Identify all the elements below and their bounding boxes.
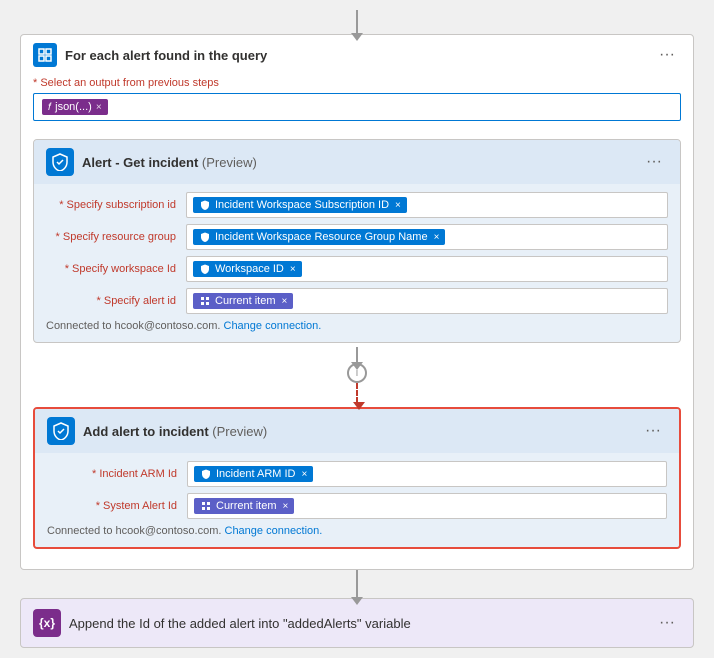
- loop-inner: Alert - Get incident (Preview) ··· * Spe…: [33, 129, 681, 549]
- alert-get-incident-card: Alert - Get incident (Preview) ··· * Spe…: [33, 139, 681, 343]
- append-card: {x} Append the Id of the added alert int…: [20, 598, 694, 648]
- field-row-incident-arm: * Incident ARM Id Incident ARM ID ×: [47, 461, 667, 487]
- field-value-subscription[interactable]: Incident Workspace Subscription ID ×: [186, 192, 668, 218]
- foreach-icon: [38, 48, 52, 62]
- token-incident-arm: Incident ARM ID ×: [194, 466, 313, 482]
- token-incident-arm-close[interactable]: ×: [301, 469, 307, 480]
- alert-get-incident-preview: (Preview): [202, 155, 257, 170]
- loop-title: For each alert found in the query: [65, 48, 645, 63]
- json-tag-label: json(...): [55, 101, 92, 113]
- select-output-section: * Select an output from previous steps 𝑓…: [33, 77, 681, 121]
- shield-token-icon: [199, 199, 211, 211]
- token-alert-id: Current item ×: [193, 293, 293, 309]
- add-alert-card: Add alert to incident (Preview) ··· * In…: [33, 407, 681, 549]
- select-output-input[interactable]: 𝑓 json(...) ×: [33, 93, 681, 121]
- connector-arrow-dashed: [356, 383, 358, 403]
- shield-token-icon3: [199, 263, 211, 275]
- field-label-resource-group: * Specify resource group: [46, 231, 176, 243]
- loop-header: For each alert found in the query ···: [33, 43, 681, 67]
- loop-more-button[interactable]: ···: [653, 44, 681, 66]
- fx-icon: 𝑓: [48, 102, 51, 113]
- alert-get-incident-connected: Connected to hcook@contoso.com. Change c…: [46, 320, 668, 332]
- add-alert-more-button[interactable]: ···: [639, 420, 667, 442]
- json-tag-close[interactable]: ×: [96, 102, 102, 113]
- shield-token-icon2: [199, 231, 211, 243]
- token-subscription-close[interactable]: ×: [395, 200, 401, 211]
- field-row-workspace: * Specify workspace Id Workspace ID ×: [46, 256, 668, 282]
- append-title: Append the Id of the added alert into "a…: [69, 616, 645, 631]
- bottom-arrow: [356, 570, 358, 598]
- token-system-alert-close[interactable]: ×: [283, 501, 289, 512]
- field-value-incident-arm[interactable]: Incident ARM ID ×: [187, 461, 667, 487]
- field-row-system-alert: * System Alert Id: [47, 493, 667, 519]
- alert-get-incident-more-button[interactable]: ···: [640, 151, 668, 173]
- alert-get-incident-icon: [46, 148, 74, 176]
- add-alert-icon: [47, 417, 75, 445]
- add-alert-preview: (Preview): [212, 424, 267, 439]
- field-label-incident-arm: * Incident ARM Id: [47, 468, 177, 480]
- loop-icon: [33, 43, 57, 67]
- token-resource-group-close[interactable]: ×: [434, 232, 440, 243]
- add-alert-title: Add alert to incident (Preview): [83, 424, 631, 439]
- info-connector: i: [347, 347, 367, 403]
- token-system-alert: Current item ×: [194, 498, 294, 514]
- append-more-button[interactable]: ···: [653, 612, 681, 634]
- shield-arm-icon: [200, 468, 212, 480]
- loop-card: For each alert found in the query ··· * …: [20, 34, 694, 570]
- alert-get-incident-title-text: Alert - Get incident: [82, 155, 198, 170]
- grid-token-icon: [199, 295, 211, 307]
- token-resource-group: Incident Workspace Resource Group Name ×: [193, 229, 445, 245]
- field-label-alert-id: * Specify alert id: [46, 295, 176, 307]
- shield-add-icon: [52, 422, 70, 440]
- field-label-subscription: * Specify subscription id: [46, 199, 176, 211]
- add-alert-connected: Connected to hcook@contoso.com. Change c…: [47, 525, 667, 537]
- field-row-subscription: * Specify subscription id Incident Works…: [46, 192, 668, 218]
- token-workspace-close[interactable]: ×: [290, 264, 296, 275]
- add-alert-change-connection[interactable]: Change connection.: [225, 525, 323, 537]
- field-row-alert-id: * Specify alert id: [46, 288, 668, 314]
- add-alert-title-text: Add alert to incident: [83, 424, 209, 439]
- field-value-workspace[interactable]: Workspace ID ×: [186, 256, 668, 282]
- field-label-workspace: * Specify workspace Id: [46, 263, 176, 275]
- field-value-system-alert[interactable]: Current item ×: [187, 493, 667, 519]
- shield-icon: [51, 153, 69, 171]
- add-alert-header: Add alert to incident (Preview) ···: [35, 409, 679, 453]
- field-label-system-alert: * System Alert Id: [47, 500, 177, 512]
- add-alert-body: * Incident ARM Id Incident ARM ID ×: [35, 453, 679, 547]
- alert-get-incident-header: Alert - Get incident (Preview) ···: [34, 140, 680, 184]
- json-tag: 𝑓 json(...) ×: [42, 99, 108, 115]
- grid-system-icon: [200, 500, 212, 512]
- alert-get-incident-change-connection[interactable]: Change connection.: [224, 320, 322, 332]
- token-subscription: Incident Workspace Subscription ID ×: [193, 197, 407, 213]
- alert-get-incident-title: Alert - Get incident (Preview): [82, 155, 632, 170]
- top-arrow: [356, 10, 358, 34]
- field-row-resource-group: * Specify resource group Incident Worksp…: [46, 224, 668, 250]
- token-alert-id-close[interactable]: ×: [282, 296, 288, 307]
- alert-get-incident-body: * Specify subscription id Incident Works…: [34, 184, 680, 342]
- connector-arrow-top: [356, 347, 358, 363]
- field-value-resource-group[interactable]: Incident Workspace Resource Group Name ×: [186, 224, 668, 250]
- append-icon: {x}: [33, 609, 61, 637]
- select-output-label: * Select an output from previous steps: [33, 77, 681, 89]
- field-value-alert-id[interactable]: Current item ×: [186, 288, 668, 314]
- token-workspace: Workspace ID ×: [193, 261, 302, 277]
